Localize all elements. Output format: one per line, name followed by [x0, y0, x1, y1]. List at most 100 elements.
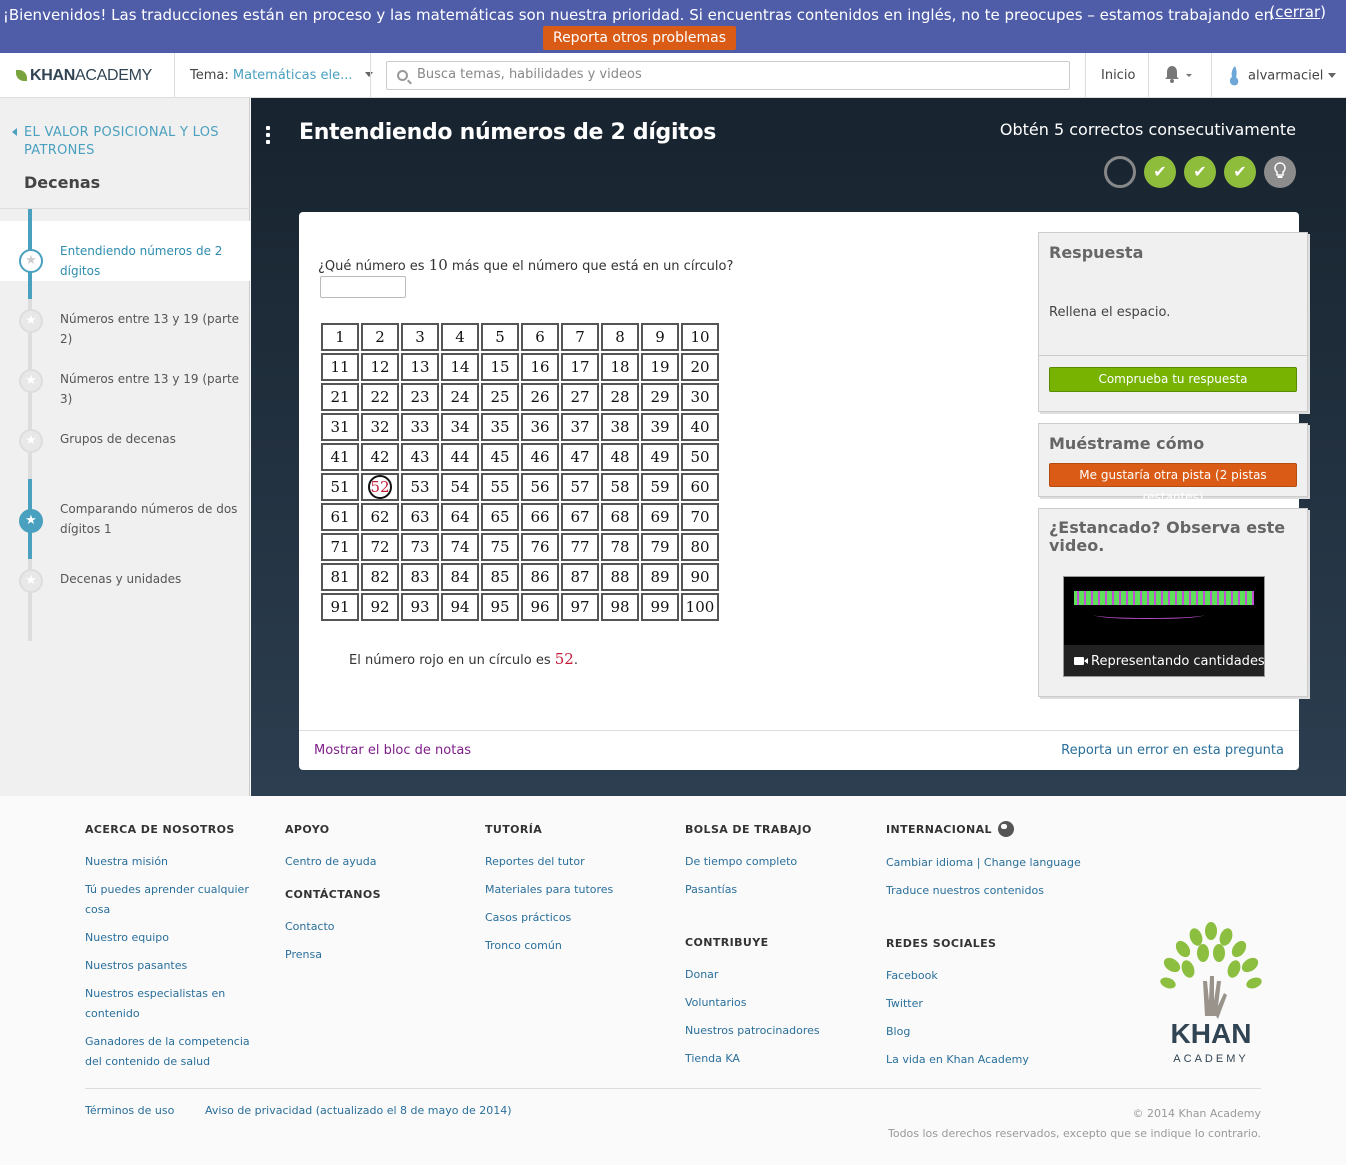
grid-cell: 80 — [681, 533, 719, 561]
footer-link[interactable]: Voluntarios — [685, 993, 875, 1013]
footer-link[interactable]: La vida en Khan Academy — [886, 1050, 1096, 1070]
grid-cell: 76 — [521, 533, 559, 561]
grid-cell: 2 — [361, 323, 399, 351]
footer-link[interactable]: Donar — [685, 965, 875, 985]
close-banner-link[interactable]: cerrar — [1275, 3, 1320, 21]
footer-link[interactable]: Nuestros patrocinadores — [685, 1021, 875, 1041]
footer-link[interactable]: Tronco común — [485, 936, 675, 956]
footer-link[interactable]: Prensa — [285, 945, 475, 965]
sidebar-item-comparando[interactable]: ★ Comparando números de dos dígitos 1 — [0, 479, 250, 539]
footer-link[interactable]: Pasantías — [685, 880, 875, 900]
grid-cell: 23 — [401, 383, 439, 411]
answer-instruction: Rellena el espacio. — [1049, 305, 1171, 320]
svg-text:KHAN: KHAN — [1171, 1018, 1252, 1049]
check-answer-button[interactable]: Comprueba tu respuesta — [1049, 367, 1297, 392]
footer-link[interactable]: Tienda KA — [685, 1049, 875, 1069]
grid-cell: 86 — [521, 563, 559, 591]
sidebar-item-grupos-decenas[interactable]: ★ Grupos de decenas — [0, 419, 250, 479]
get-hint-button[interactable]: Me gustaría otra pista (2 pistas restant… — [1049, 463, 1297, 504]
grid-cell: 6 — [521, 323, 559, 351]
grid-cell: 13 — [401, 353, 439, 381]
footer-link[interactable]: Twitter — [886, 994, 1096, 1014]
circled-grid-cell: 52 — [361, 473, 399, 501]
grid-cell: 87 — [561, 563, 599, 591]
grid-cell: 65 — [481, 503, 519, 531]
video-thumbnail[interactable]: Representando cantidades — [1063, 576, 1265, 677]
menu-dots-icon[interactable] — [266, 126, 272, 144]
star-icon: ★ — [19, 429, 43, 453]
check-icon: ✔ — [1184, 156, 1216, 188]
answer-panel: Respuesta Rellena el espacio. Comprueba … — [1038, 232, 1308, 412]
search-box[interactable] — [386, 61, 1070, 90]
grid-cell: 88 — [601, 563, 639, 591]
home-link[interactable]: Inicio — [1101, 68, 1135, 83]
hint-panel: Muéstrame cómo Me gustaría otra pista (2… — [1038, 423, 1308, 504]
sidebar-item-13-19-parte-2[interactable]: ★ Números entre 13 y 19 (parte 2) — [0, 299, 250, 359]
footer-link[interactable]: Centro de ayuda — [285, 852, 475, 872]
grid-cell: 100 — [681, 593, 719, 621]
welcome-banner: ¡Bienvenidos! Las traducciones están en … — [0, 0, 1346, 53]
username: alvarmaciel — [1248, 68, 1324, 84]
video-panel-title: ¿Estancado? Observa este video. — [1049, 518, 1286, 555]
exercise-area: Entendiendo números de 2 dígitos Obtén 5… — [251, 98, 1346, 796]
footer-link[interactable]: Nuestra misión — [85, 852, 255, 872]
grid-cell: 4 — [441, 323, 479, 351]
terms-link[interactable]: Términos de uso — [85, 1104, 174, 1117]
report-problems-button[interactable]: Reporta otros problemas — [543, 26, 736, 50]
grid-cell: 20 — [681, 353, 719, 381]
footer-link[interactable]: Contacto — [285, 917, 475, 937]
grid-cell: 49 — [641, 443, 679, 471]
footer-link[interactable]: De tiempo completo — [685, 852, 875, 872]
grid-cell: 72 — [361, 533, 399, 561]
sidebar-item-entendiendo[interactable]: ★ Entendiendo números de 2 dígitos — [0, 209, 250, 299]
grid-cell: 90 — [681, 563, 719, 591]
footer-link[interactable]: Ganadores de la competencia del contenid… — [85, 1032, 255, 1072]
grid-cell: 73 — [401, 533, 439, 561]
svg-text:ACADEMY: ACADEMY — [1173, 1053, 1248, 1065]
answer-input[interactable] — [320, 276, 406, 298]
back-to-topic-link[interactable]: EL VALOR POSICIONAL Y LOS PATRONES — [12, 124, 232, 160]
grid-cell: 8 — [601, 323, 639, 351]
footer-link[interactable]: Casos prácticos — [485, 908, 675, 928]
footer-link[interactable]: Tú puedes aprender cualquier cosa — [85, 880, 255, 920]
grid-cell: 16 — [521, 353, 559, 381]
card-footer: Mostrar el bloc de notas Reporta un erro… — [299, 730, 1299, 770]
star-icon: ★ — [19, 509, 43, 533]
grid-cell: 60 — [681, 473, 719, 501]
grid-cell: 96 — [521, 593, 559, 621]
grid-cell: 47 — [561, 443, 599, 471]
show-scratchpad-link[interactable]: Mostrar el bloc de notas — [314, 743, 471, 758]
footer-link[interactable]: Blog — [886, 1022, 1096, 1042]
sidebar-item-13-19-parte-3[interactable]: ★ Números entre 13 y 19 (parte 3) — [0, 359, 250, 419]
sidebar-item-decenas-unidades[interactable]: ★ Decenas y unidades — [0, 559, 250, 619]
video-panel: ¿Estancado? Observa este video. Represen… — [1038, 508, 1308, 697]
grid-cell: 3 — [401, 323, 439, 351]
footer-link[interactable]: Materiales para tutores — [485, 880, 675, 900]
search-input[interactable] — [417, 67, 1057, 82]
grid-cell: 25 — [481, 383, 519, 411]
khan-academy-logo[interactable]: KHANACADEMY — [16, 67, 152, 85]
footer-link[interactable]: Cambiar idioma | Change language — [886, 853, 1096, 873]
grid-cell: 57 — [561, 473, 599, 501]
report-error-link[interactable]: Reporta un error en esta pregunta — [1061, 743, 1284, 758]
footer-col-about: ACERCA DE NOSOTROS Nuestra misión Tú pue… — [85, 823, 255, 1080]
grid-cell: 15 — [481, 353, 519, 381]
footer-link[interactable]: Traduce nuestros contenidos — [886, 881, 1096, 901]
grid-cell: 41 — [321, 443, 359, 471]
user-menu[interactable]: alvarmaciel — [1226, 65, 1336, 87]
footer-link[interactable]: Nuestros pasantes — [85, 956, 255, 976]
footer-link[interactable]: Facebook — [886, 966, 1096, 986]
notifications-bell[interactable] — [1163, 65, 1192, 83]
top-nav: KHANACADEMY Tema: Matemáticas ele... Ini… — [0, 53, 1346, 98]
grid-cell: 54 — [441, 473, 479, 501]
grid-cell: 12 — [361, 353, 399, 381]
grid-cell: 85 — [481, 563, 519, 591]
footer-link[interactable]: Nuestro equipo — [85, 928, 255, 948]
privacy-link[interactable]: Aviso de privacidad (actualizado el 8 de… — [205, 1104, 512, 1117]
grid-cell: 40 — [681, 413, 719, 441]
footer-link[interactable]: Nuestros especialistas en contenido — [85, 984, 255, 1024]
grid-cell: 34 — [441, 413, 479, 441]
footer-link[interactable]: Reportes del tutor — [485, 852, 675, 872]
topic-dropdown[interactable]: Tema: Matemáticas ele... — [190, 68, 373, 83]
star-icon: ★ — [19, 309, 43, 333]
